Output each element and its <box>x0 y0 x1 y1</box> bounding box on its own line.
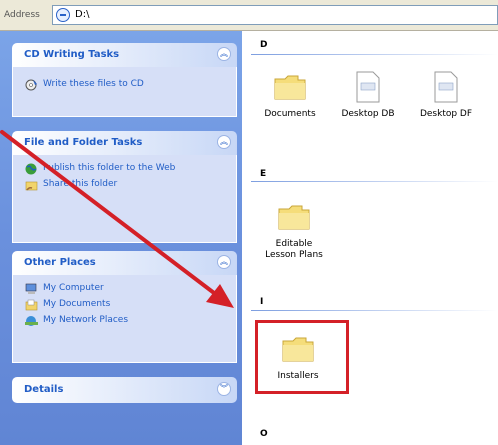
annotation-arrow <box>0 130 234 308</box>
